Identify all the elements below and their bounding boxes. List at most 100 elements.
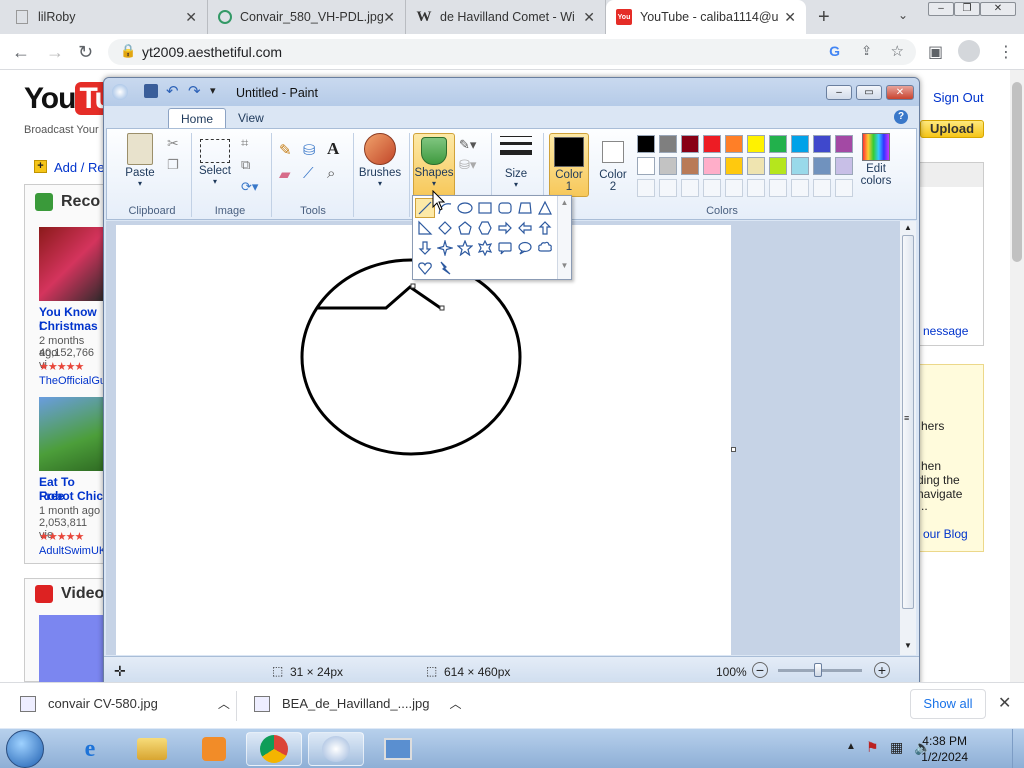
canvas-resize-handle[interactable] — [731, 447, 736, 452]
drawing-canvas[interactable] — [116, 225, 731, 655]
show-desktop-button[interactable] — [1012, 729, 1024, 768]
palette-swatch[interactable] — [681, 135, 699, 153]
edit-colors-button[interactable]: Edit colors — [855, 133, 897, 187]
fill-icon[interactable]: ⛁▾ — [459, 157, 476, 173]
maximize-button[interactable]: ❐ — [954, 2, 980, 16]
outline-icon[interactable]: ✎▾ — [459, 137, 476, 153]
polygon-shape-icon[interactable] — [515, 198, 535, 218]
palette-swatch[interactable] — [769, 157, 787, 175]
palette-swatch[interactable] — [747, 179, 765, 197]
close-icon[interactable]: ✕ — [185, 9, 197, 26]
taskbar-chrome[interactable] — [246, 732, 302, 766]
tab-convair[interactable]: Convair_580_VH-PDL.jpg ✕ — [208, 0, 406, 34]
palette-swatch[interactable] — [703, 135, 721, 153]
line-handle[interactable] — [439, 305, 445, 311]
color-picker-icon[interactable]: ⟋ — [303, 165, 323, 185]
taskbar-clock[interactable]: 4:38 PM 1/2/2024 — [921, 733, 968, 765]
heart-shape-icon[interactable] — [415, 258, 435, 278]
save-icon[interactable] — [144, 84, 158, 98]
palette-swatch[interactable] — [725, 179, 743, 197]
tab-view[interactable]: View — [226, 108, 276, 128]
palette-swatch[interactable] — [835, 157, 853, 175]
tab-youtube[interactable]: You YouTube - caliba1114@u ✕ — [606, 0, 806, 34]
download-item[interactable]: convair CV-580.jpg ︿ — [20, 695, 230, 712]
cut-icon[interactable]: ✂ — [167, 135, 179, 152]
video-thumbnail[interactable] — [39, 615, 105, 683]
tab-lilroby[interactable]: lilRoby ✕ — [0, 0, 208, 34]
resize-icon[interactable]: ⧉ — [241, 157, 250, 173]
rounded-rectangle-shape-icon[interactable] — [495, 198, 515, 218]
size-button[interactable]: Size ▾ — [497, 133, 535, 189]
redo-icon[interactable]: ↷ — [188, 82, 201, 100]
rectangle-shape-icon[interactable] — [475, 198, 495, 218]
tab-search-chevron-icon[interactable]: ⌄ — [898, 8, 908, 22]
scroll-up-icon[interactable]: ▲ — [904, 223, 912, 232]
action-center-icon[interactable]: ⚑ — [866, 739, 879, 756]
help-icon[interactable]: ? — [894, 110, 908, 124]
oval-shape-icon[interactable] — [455, 198, 475, 218]
bookmark-star-icon[interactable]: ☆ — [891, 42, 904, 60]
cloud-callout-shape-icon[interactable] — [535, 238, 555, 258]
palette-swatch[interactable] — [791, 135, 809, 153]
scroll-up-icon[interactable]: ▲ — [558, 198, 571, 207]
rotate-icon[interactable]: ⟳▾ — [241, 179, 258, 195]
paint-minimize-button[interactable]: – — [826, 85, 852, 100]
palette-swatch[interactable] — [813, 157, 831, 175]
down-arrow-shape-icon[interactable] — [415, 238, 435, 258]
quick-access-dropdown-icon[interactable]: ▾ — [210, 84, 216, 97]
shapes-button[interactable]: Shapes ▾ — [413, 133, 455, 197]
paint-close-button[interactable]: ✕ — [886, 85, 914, 100]
right-arrow-shape-icon[interactable] — [495, 218, 515, 238]
download-item[interactable]: BEA_de_Havilland_....jpg ︿ — [254, 695, 461, 712]
color2-button[interactable]: Color 2 — [593, 133, 633, 197]
taskbar-remote-desktop[interactable] — [370, 732, 426, 766]
copy-icon[interactable]: ❐ — [167, 157, 179, 173]
palette-swatch[interactable] — [681, 179, 699, 197]
share-icon[interactable]: ⇪ — [861, 43, 872, 59]
taskbar-ie[interactable]: e — [62, 732, 118, 766]
crop-icon[interactable]: ⌗ — [241, 135, 248, 151]
palette-swatch[interactable] — [769, 179, 787, 197]
back-arrow-icon[interactable]: ← — [12, 42, 30, 63]
minimize-button[interactable]: – — [928, 2, 954, 16]
hexagon-shape-icon[interactable] — [475, 218, 495, 238]
pentagon-shape-icon[interactable] — [455, 218, 475, 238]
left-arrow-shape-icon[interactable] — [515, 218, 535, 238]
scroll-down-icon[interactable]: ▼ — [558, 261, 571, 270]
palette-swatch[interactable] — [791, 179, 809, 197]
palette-swatch[interactable] — [835, 135, 853, 153]
palette-swatch[interactable] — [637, 179, 655, 197]
canvas-vertical-scrollbar[interactable]: ▲ ≡ ▼ — [899, 221, 916, 655]
pencil-icon[interactable]: ✎ — [279, 141, 299, 161]
start-button[interactable] — [6, 730, 44, 768]
palette-swatch[interactable] — [813, 135, 831, 153]
google-icon[interactable]: G — [829, 43, 840, 59]
taskbar-paint[interactable] — [308, 732, 364, 766]
close-icon[interactable]: ✕ — [784, 9, 796, 26]
more-menu-icon[interactable]: ⋮ — [998, 42, 1014, 62]
tray-expand-icon[interactable]: ▲ — [846, 741, 856, 752]
undo-icon[interactable]: ↶ — [166, 82, 179, 100]
five-point-star-shape-icon[interactable] — [455, 238, 475, 258]
paint-maximize-button[interactable]: ▭ — [856, 85, 882, 100]
six-point-star-shape-icon[interactable] — [475, 238, 495, 258]
paste-button[interactable]: Paste ▾ — [117, 133, 163, 188]
rounded-callout-shape-icon[interactable] — [495, 238, 515, 258]
palette-swatch[interactable] — [637, 157, 655, 175]
line-handle[interactable] — [410, 283, 416, 289]
video-user-link[interactable]: AdultSwimUK — [39, 545, 106, 557]
video-thumbnail[interactable] — [39, 227, 105, 301]
palette-swatch[interactable] — [659, 135, 677, 153]
fill-bucket-icon[interactable]: ⛁ — [303, 141, 323, 161]
close-icon[interactable]: ✕ — [583, 9, 595, 26]
oval-callout-shape-icon[interactable] — [515, 238, 535, 258]
chevron-up-icon[interactable]: ︿ — [218, 695, 230, 712]
up-arrow-shape-icon[interactable] — [535, 218, 555, 238]
gallery-scrollbar[interactable]: ▲ ▼ — [557, 196, 571, 279]
paint-app-icon[interactable] — [112, 84, 128, 100]
brushes-button[interactable]: Brushes ▾ — [357, 133, 403, 188]
forward-arrow-icon[interactable]: → — [46, 42, 64, 63]
video-thumbnail[interactable] — [39, 397, 105, 471]
text-tool-icon[interactable]: A — [327, 139, 347, 159]
palette-swatch[interactable] — [725, 157, 743, 175]
